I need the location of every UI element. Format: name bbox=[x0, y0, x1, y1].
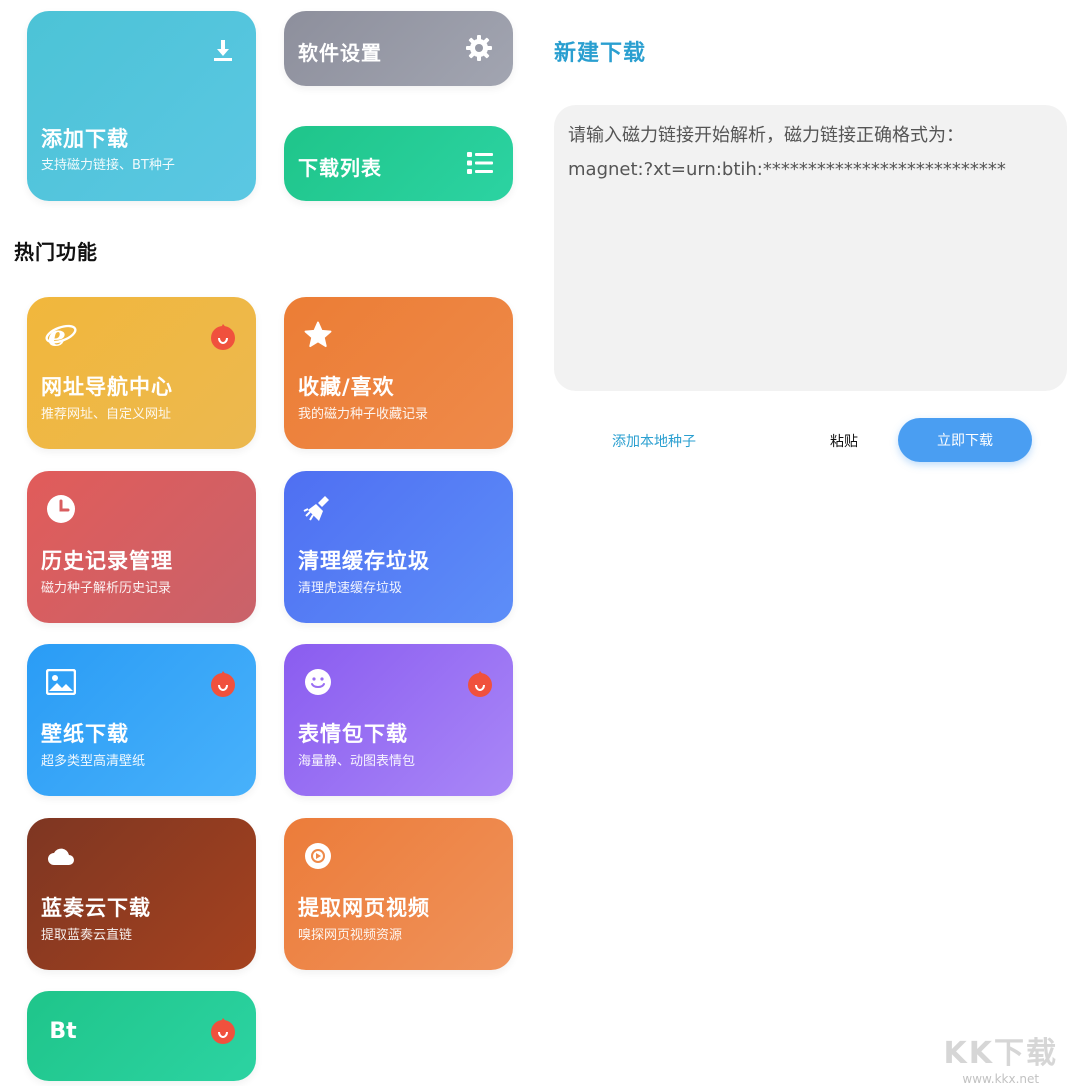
feature-card-clean-cache[interactable]: 清理缓存垃圾 清理虎速缓存垃圾 bbox=[284, 471, 513, 623]
feature-title: 历史记录管理 bbox=[41, 549, 173, 573]
video-icon bbox=[302, 840, 334, 872]
feature-title: 收藏/喜欢 bbox=[298, 375, 395, 399]
add-download-subtitle: 支持磁力链接、BT种子 bbox=[41, 158, 175, 173]
paste-button[interactable]: 粘贴 bbox=[830, 431, 858, 451]
feature-subtitle: 嗅探网页视频资源 bbox=[298, 928, 403, 943]
feature-subtitle: 超多类型高清壁纸 bbox=[41, 754, 146, 769]
feature-subtitle: 清理虎速缓存垃圾 bbox=[298, 581, 403, 596]
broom-icon bbox=[302, 493, 334, 525]
feature-card-wallpaper[interactable]: 壁纸下载 超多类型高清壁纸 bbox=[27, 644, 256, 796]
image-icon bbox=[45, 666, 77, 698]
settings-card[interactable]: 软件设置 bbox=[284, 11, 513, 86]
hot-flame-icon bbox=[465, 668, 495, 698]
hot-features-heading: 热门功能 bbox=[14, 240, 98, 264]
download-list-title: 下载列表 bbox=[298, 156, 382, 180]
feature-subtitle: 我的磁力种子收藏记录 bbox=[298, 407, 429, 422]
magnet-link-input[interactable]: 请输入磁力链接开始解析，磁力链接正确格式为： magnet:?xt=urn:bt… bbox=[554, 105, 1067, 391]
feature-card-emoji[interactable]: 表情包下载 海量静、动图表情包 bbox=[284, 644, 513, 796]
feature-title: 清理缓存垃圾 bbox=[298, 549, 430, 573]
bt-icon: Bt bbox=[49, 1018, 77, 1044]
input-placeholder-line1: 请输入磁力链接开始解析，磁力链接正确格式为： bbox=[568, 125, 964, 146]
feature-subtitle: 提取蓝奏云直链 bbox=[41, 928, 133, 943]
hot-flame-icon bbox=[208, 668, 238, 698]
feature-card-history[interactable]: 历史记录管理 磁力种子解析历史记录 bbox=[27, 471, 256, 623]
hot-flame-icon bbox=[208, 1015, 238, 1045]
gear-icon bbox=[465, 34, 493, 62]
download-icon bbox=[210, 37, 236, 63]
input-placeholder-line2: magnet:?xt=urn:btih:********************… bbox=[568, 159, 1006, 180]
list-icon bbox=[467, 150, 493, 176]
feature-title: 表情包下载 bbox=[298, 722, 408, 746]
cloud-icon bbox=[45, 840, 77, 872]
feature-title: 网址导航中心 bbox=[41, 375, 173, 399]
feature-card-nav-center[interactable]: e 网址导航中心 推荐网址、自定义网址 bbox=[27, 297, 256, 449]
clock-icon bbox=[45, 493, 77, 525]
download-list-card[interactable]: 下载列表 bbox=[284, 126, 513, 201]
feature-title: 提取网页视频 bbox=[298, 896, 430, 920]
hot-flame-icon bbox=[208, 321, 238, 351]
feature-card-favorites[interactable]: 收藏/喜欢 我的磁力种子收藏记录 bbox=[284, 297, 513, 449]
star-icon bbox=[302, 319, 334, 351]
feature-subtitle: 推荐网址、自定义网址 bbox=[41, 407, 172, 422]
add-download-card[interactable]: 添加下载 支持磁力链接、BT种子 bbox=[27, 11, 256, 201]
watermark: KK下载 www.kkx.net bbox=[944, 1028, 1059, 1086]
feature-card-web-video[interactable]: 提取网页视频 嗅探网页视频资源 bbox=[284, 818, 513, 970]
new-download-title: 新建下载 bbox=[554, 41, 647, 66]
svg-text:e: e bbox=[48, 319, 66, 351]
feature-title: 壁纸下载 bbox=[41, 722, 129, 746]
feature-card-lanzou[interactable]: 蓝奏云下载 提取蓝奏云直链 bbox=[27, 818, 256, 970]
browser-e-icon: e bbox=[45, 319, 77, 351]
feature-subtitle: 磁力种子解析历史记录 bbox=[41, 581, 172, 596]
add-local-torrent-button[interactable]: 添加本地种子 bbox=[612, 431, 696, 451]
watermark-url: www.kkx.net bbox=[962, 1072, 1040, 1086]
download-now-button[interactable]: 立即下载 bbox=[898, 418, 1032, 462]
feature-card-bt[interactable]: Bt bbox=[27, 991, 256, 1081]
smiley-icon bbox=[302, 666, 334, 698]
watermark-text: KK下载 bbox=[943, 1036, 1058, 1071]
settings-title: 软件设置 bbox=[298, 41, 382, 65]
add-download-title: 添加下载 bbox=[41, 127, 129, 151]
feature-title: 蓝奏云下载 bbox=[41, 896, 151, 920]
feature-subtitle: 海量静、动图表情包 bbox=[298, 754, 416, 769]
